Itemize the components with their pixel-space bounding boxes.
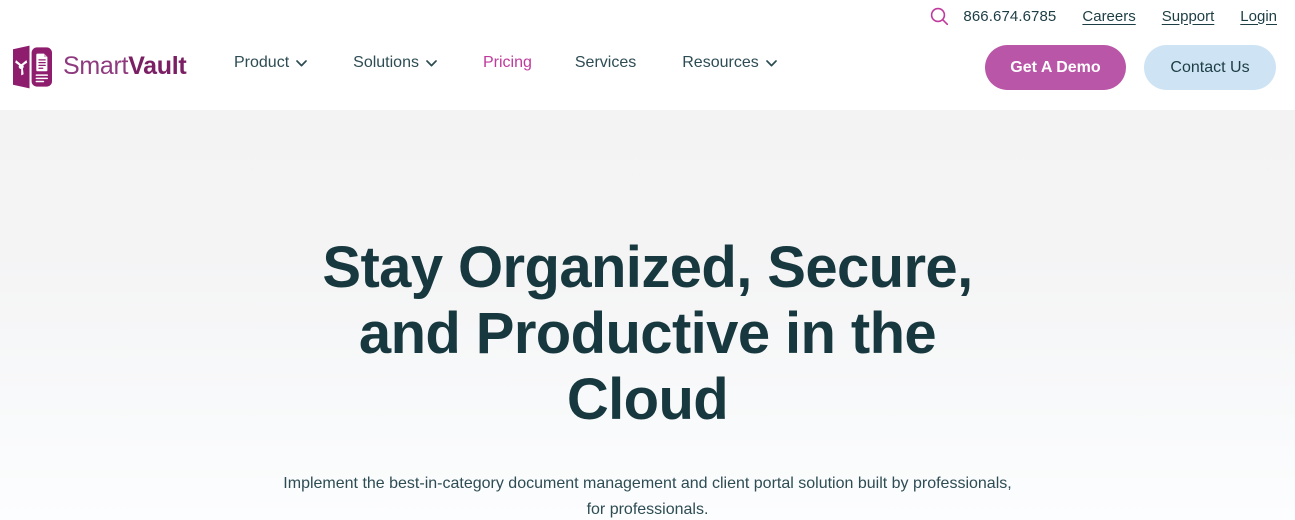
chevron-down-icon [426,59,437,67]
utility-bar: 866.674.6785 Careers Support Login [925,0,1277,32]
nav-item-product[interactable]: Product [234,54,307,72]
site-header: 866.674.6785 Careers Support Login Smart… [0,0,1295,110]
smartvault-vault-document-logo-icon [10,44,54,90]
chevron-down-icon [765,59,777,67]
logo-word-smart: Smart [63,51,129,80]
phone-number[interactable]: 866.674.6785 [963,8,1056,25]
utility-link-careers[interactable]: Careers [1082,8,1135,25]
page-title: Stay Organized, Secure, and Productive i… [322,235,973,433]
hero-content: Stay Organized, Secure, and Productive i… [0,110,1295,520]
primary-nav: Product Solutions Pricing Services Resou… [234,54,823,72]
utility-link-login[interactable]: Login [1240,8,1277,25]
header-cta-group: Get A Demo Contact Us [985,45,1276,90]
utility-link-support[interactable]: Support [1162,8,1215,25]
nav-item-pricing[interactable]: Pricing [483,54,532,72]
logo[interactable]: SmartVault [10,44,187,90]
get-a-demo-button[interactable]: Get A Demo [985,45,1126,90]
nav-label-pricing: Pricing [482,54,532,71]
hero-subtitle: Implement the best-in-category document … [283,475,1012,519]
nav-item-solutions[interactable]: Solutions [353,54,437,72]
nav-label-product: Product [234,54,290,71]
nav-item-services[interactable]: Services [575,54,636,72]
page-root: 866.674.6785 Careers Support Login Smart… [0,0,1295,520]
logo-word-vault: Vault [128,51,187,80]
nav-item-resources[interactable]: Resources [682,54,777,72]
search-icon[interactable] [925,2,953,30]
logo-wordmark: SmartVault [63,51,187,81]
nav-label-solutions: Solutions [353,54,419,71]
nav-label-services: Services [574,54,637,71]
nav-label-resources: Resources [682,54,759,71]
contact-us-button[interactable]: Contact Us [1144,45,1276,90]
hero-section: Stay Organized, Secure, and Productive i… [0,110,1295,520]
chevron-down-icon [296,59,307,67]
